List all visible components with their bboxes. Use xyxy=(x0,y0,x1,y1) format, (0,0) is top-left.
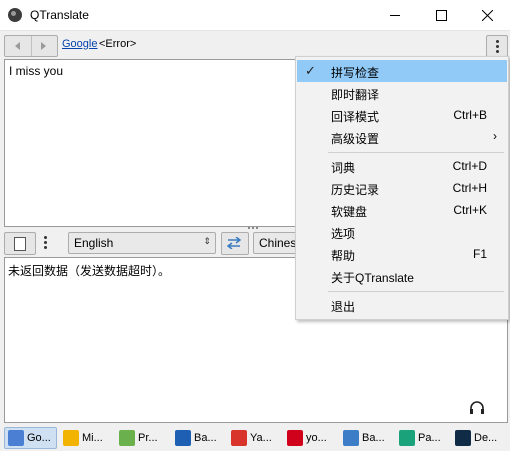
submenu-arrow-icon: › xyxy=(493,129,497,143)
minimize-button[interactable] xyxy=(372,0,418,30)
context-menu: ✓ 拼写检查 即时翻译 回译模式 Ctrl+B 高级设置 › 词典 Ctrl+D… xyxy=(295,56,509,320)
app-logo-icon xyxy=(8,8,22,22)
menu-item-about[interactable]: 关于QTranslate xyxy=(297,265,507,287)
menu-item-help[interactable]: 帮助 F1 xyxy=(297,243,507,265)
baidu-icon xyxy=(343,430,359,446)
service-tab-label: Ba... xyxy=(362,432,385,444)
options-dots-button[interactable] xyxy=(44,236,50,252)
yandex-icon xyxy=(231,430,247,446)
title-bar: QTranslate xyxy=(0,0,510,31)
menu-separator xyxy=(328,152,504,153)
service-tab[interactable]: yo... xyxy=(284,427,337,449)
service-tab-label: Pr... xyxy=(138,432,158,444)
source-text: I miss you xyxy=(9,64,64,78)
deepl-icon xyxy=(455,430,471,446)
service-tab-label: Go... xyxy=(27,432,51,444)
window-title: QTranslate xyxy=(30,8,89,22)
service-tab-label: yo... xyxy=(306,432,327,444)
services-bar: Go... Mi... Pr... Ba... Ya... yo... Ba... Pa...… xyxy=(0,426,510,451)
history-nav xyxy=(4,35,58,57)
headphones-icon xyxy=(470,401,484,414)
forward-button[interactable] xyxy=(31,36,57,56)
source-language-value: English xyxy=(74,236,114,250)
service-tab-label: De... xyxy=(474,432,498,444)
menu-separator xyxy=(328,291,504,292)
service-link[interactable]: Google xyxy=(62,38,97,50)
swap-languages-button[interactable] xyxy=(221,232,249,255)
service-tab-label: Mi... xyxy=(82,432,103,444)
source-language-select[interactable]: English ⇕ xyxy=(68,232,216,254)
back-button[interactable] xyxy=(5,36,32,56)
service-tab[interactable]: Pr... xyxy=(116,427,169,449)
service-tab[interactable]: Ba... xyxy=(172,427,225,449)
forward-arrow-icon xyxy=(41,42,46,50)
menu-item-exit[interactable]: 退出 xyxy=(297,294,507,316)
maximize-button[interactable] xyxy=(418,0,464,30)
service-tab[interactable]: Mi... xyxy=(60,427,113,449)
bing-icon xyxy=(63,430,79,446)
more-vertical-icon xyxy=(496,40,499,55)
menu-item-instant-translate[interactable]: 即时翻译 xyxy=(297,82,507,104)
menu-item-spell-check[interactable]: ✓ 拼写检查 xyxy=(297,60,507,82)
menu-item-advanced-settings[interactable]: 高级设置 › xyxy=(297,126,507,148)
swap-icon xyxy=(226,237,242,249)
promt-icon xyxy=(119,430,135,446)
youdao-icon xyxy=(287,430,303,446)
minimize-icon xyxy=(390,14,400,16)
updown-arrow-icon: ⇕ xyxy=(203,236,211,246)
service-status: <Error> xyxy=(99,38,137,50)
menu-item-options[interactable]: 选项 xyxy=(297,221,507,243)
close-icon xyxy=(481,9,493,21)
document-icon xyxy=(14,237,26,251)
menu-item-dictionary[interactable]: 词典 Ctrl+D xyxy=(297,155,507,177)
new-document-button[interactable] xyxy=(4,232,36,255)
service-tab-label: Ya... xyxy=(250,432,272,444)
splitter-grip[interactable] xyxy=(248,227,262,231)
listen-button[interactable] xyxy=(469,401,485,415)
service-tab[interactable]: Go... xyxy=(4,427,57,449)
result-text: 未返回数据（发送数据超时）。 xyxy=(8,264,171,278)
maximize-icon xyxy=(435,9,447,21)
babylon-icon xyxy=(175,430,191,446)
papago-icon xyxy=(399,430,415,446)
google-icon xyxy=(8,430,24,446)
menu-item-history[interactable]: 历史记录 Ctrl+H xyxy=(297,177,507,199)
menu-item-back-translation[interactable]: 回译模式 Ctrl+B xyxy=(297,104,507,126)
service-tab[interactable]: Ya... xyxy=(228,427,281,449)
menu-item-virtual-keyboard[interactable]: 软键盘 Ctrl+K xyxy=(297,199,507,221)
target-language-select[interactable]: Chinese xyxy=(253,232,301,254)
service-tab[interactable]: Pa... xyxy=(396,427,449,449)
checkmark-icon: ✓ xyxy=(305,63,316,78)
close-button[interactable] xyxy=(464,0,510,30)
back-arrow-icon xyxy=(15,42,20,50)
service-tab[interactable]: De... xyxy=(452,427,505,449)
service-tab-label: Pa... xyxy=(418,432,441,444)
service-tab[interactable]: Ba... xyxy=(340,427,393,449)
service-tab-label: Ba... xyxy=(194,432,217,444)
menu-button[interactable] xyxy=(486,35,508,57)
